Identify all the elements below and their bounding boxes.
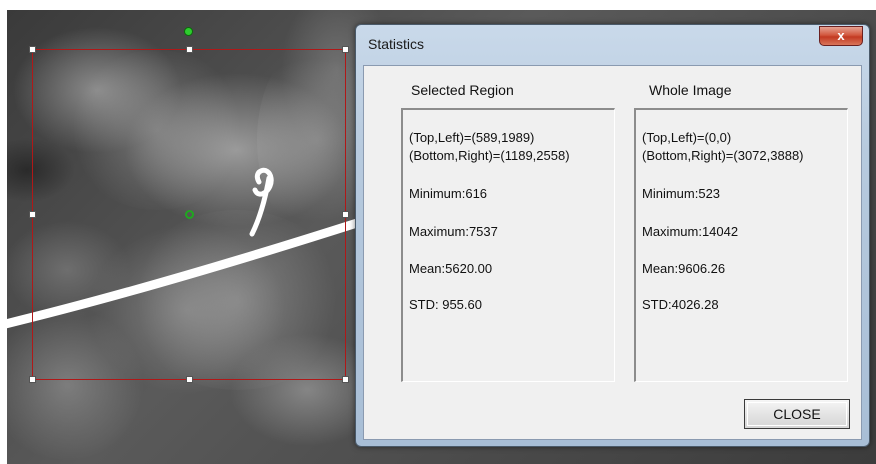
resize-handle-left[interactable] xyxy=(29,211,36,218)
whole-std: STD:4026.28 xyxy=(642,297,719,312)
resize-handle-bottom[interactable] xyxy=(186,376,193,383)
close-icon[interactable]: x xyxy=(819,26,863,46)
resize-handle-bottom-right[interactable] xyxy=(342,376,349,383)
selected-bottom-right: (Bottom,Right)=(1189,2558) xyxy=(409,148,570,163)
selected-maximum: Maximum:7537 xyxy=(409,224,498,239)
selected-region-heading: Selected Region xyxy=(411,82,514,98)
whole-bottom-right: (Bottom,Right)=(3072,3888) xyxy=(642,148,804,163)
selected-std: STD: 955.60 xyxy=(409,297,482,312)
resize-handle-top-left[interactable] xyxy=(29,46,36,53)
whole-minimum: Minimum:523 xyxy=(642,186,721,201)
whole-top-left: (Top,Left)=(0,0) xyxy=(642,130,732,145)
dialog-titlebar[interactable]: Statistics x xyxy=(356,25,869,59)
dialog-title: Statistics xyxy=(368,36,425,52)
resize-handle-bottom-left[interactable] xyxy=(29,376,36,383)
whole-mean: Mean:9606.26 xyxy=(642,261,726,276)
rotate-handle[interactable] xyxy=(184,27,193,36)
selected-region-panel: (Top,Left)=(589,1989) (Bottom,Right)=(11… xyxy=(401,108,615,382)
close-button[interactable]: CLOSE xyxy=(744,399,850,429)
resize-handle-right[interactable] xyxy=(342,211,349,218)
selected-mean: Mean:5620.00 xyxy=(409,261,493,276)
center-handle[interactable] xyxy=(185,210,194,219)
whole-image-panel: (Top,Left)=(0,0) (Bottom,Right)=(3072,38… xyxy=(634,108,848,382)
resize-handle-top[interactable] xyxy=(186,46,193,53)
selected-top-left: (Top,Left)=(589,1989) xyxy=(409,130,535,145)
whole-image-heading: Whole Image xyxy=(649,82,732,98)
selected-minimum: Minimum:616 xyxy=(409,186,488,201)
statistics-dialog: Statistics x Selected Region Whole Image… xyxy=(355,24,870,447)
resize-handle-top-right[interactable] xyxy=(342,46,349,53)
dialog-body: Selected Region Whole Image (Top,Left)=(… xyxy=(363,65,862,440)
whole-maximum: Maximum:14042 xyxy=(642,224,739,239)
